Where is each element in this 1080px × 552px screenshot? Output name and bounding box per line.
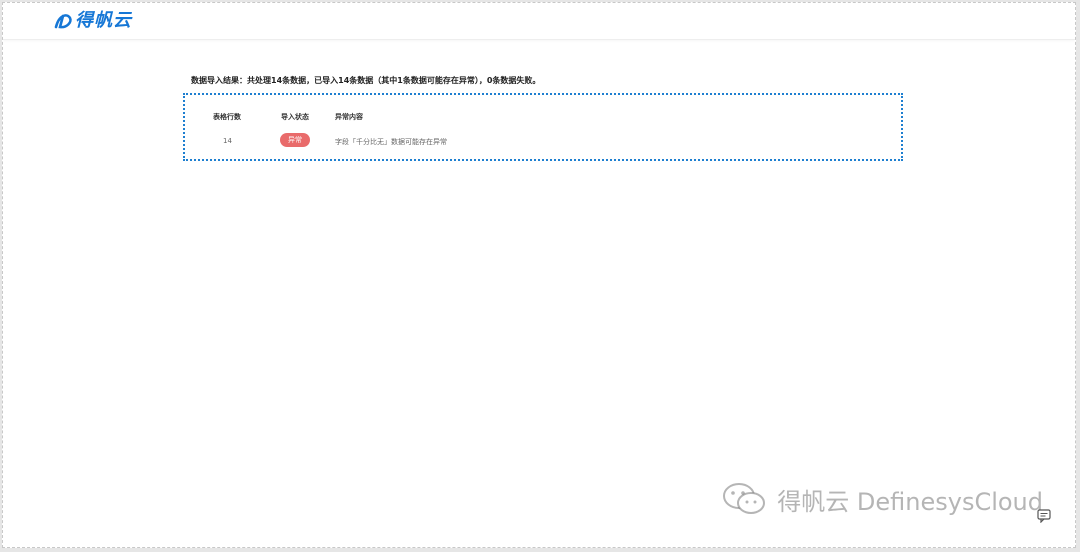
wechat-icon [723,483,766,514]
column-header-import-status: 导入状态 [281,113,309,121]
import-result-summary: 数据导入结果：共处理14条数据，已导入14条数据（其中1条数据可能存在异常），0… [191,76,541,85]
column-header-error-detail: 异常内容 [335,113,363,121]
import-result-table: 表格行数 导入状态 异常内容 14 异常 字段「千分比无」数据可能存在异常 [183,93,903,161]
app-window: 得帆云 数据导入结果：共处理14条数据，已导入14条数据（其中1条数据可能存在异… [2,2,1076,548]
watermark-text: 得帆云 DefinesysCloud [777,487,1043,516]
comment-icon[interactable] [1037,509,1051,523]
top-header: 得帆云 [3,3,1075,40]
column-header-row-number: 表格行数 [213,113,241,121]
row-number-cell: 14 [223,137,232,145]
definesys-logo-icon [54,14,72,29]
watermark: 得帆云 DefinesysCloud [721,481,1043,517]
brand-logo[interactable]: 得帆云 [53,10,132,32]
status-badge: 异常 [280,133,310,147]
logo-text: 得帆云 [75,10,132,31]
error-detail-cell: 字段「千分比无」数据可能存在异常 [335,138,447,146]
